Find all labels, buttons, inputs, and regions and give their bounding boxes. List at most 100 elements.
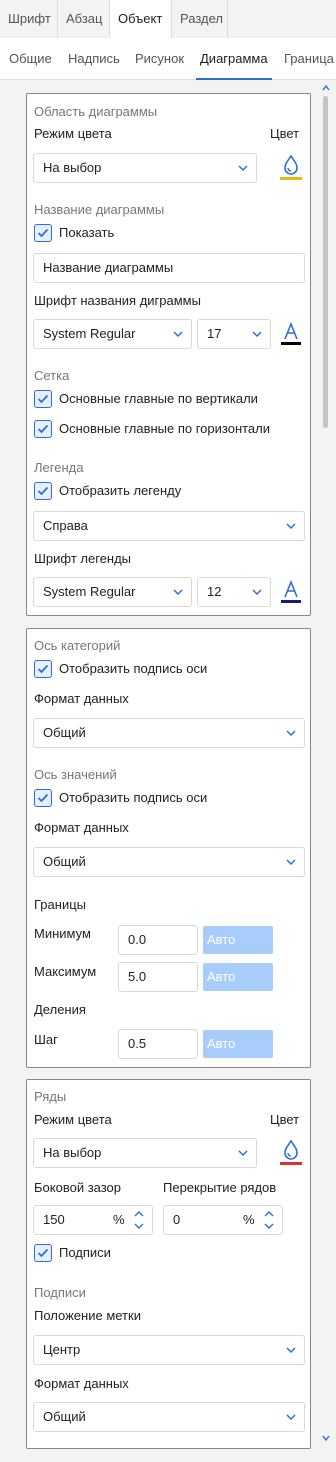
maximum-value: 5.0: [128, 969, 147, 984]
tab-picture[interactable]: Рисунок: [135, 38, 184, 80]
tab-general[interactable]: Общие: [9, 38, 52, 80]
scroll-up-icon[interactable]: [321, 84, 331, 92]
series-color-label: Цвет: [270, 1112, 300, 1127]
legend-font-size-value: 12: [207, 584, 222, 599]
value-axis-title-checkbox[interactable]: [34, 789, 52, 807]
minimum-value: 0.0: [128, 932, 147, 947]
chevron-down-icon: [238, 165, 248, 172]
legend-font-select[interactable]: System Regular: [33, 577, 192, 607]
stepper-arrows-icon[interactable]: [262, 1206, 276, 1234]
step-input[interactable]: 0.5: [118, 1029, 198, 1059]
legend-font-value: System Regular: [43, 584, 136, 599]
tab-font[interactable]: Шрифт: [0, 0, 58, 38]
label-position-label: Положение метки: [34, 1308, 141, 1323]
chevron-down-icon: [238, 1150, 248, 1157]
chart-title-value: Название диаграммы: [43, 260, 174, 275]
maximum-auto-label: Авто: [207, 969, 236, 984]
tab-picture-label: Рисунок: [135, 51, 185, 66]
tab-section[interactable]: Раздел: [172, 0, 228, 38]
tab-object-label: Объект: [118, 11, 163, 26]
checkmark-icon: [37, 793, 49, 803]
label-position-select[interactable]: Центр: [33, 1335, 305, 1365]
show-legend-label: Отобразить легенду: [59, 483, 182, 498]
grid-vertical-checkbox[interactable]: [34, 390, 52, 408]
fill-color-button[interactable]: [277, 153, 305, 183]
checkmark-icon: [37, 228, 49, 238]
checkmark-icon: [37, 486, 49, 496]
checkmark-icon: [37, 424, 49, 434]
minimum-auto-label: Авто: [207, 932, 236, 947]
stepper-arrows-icon[interactable]: [132, 1206, 146, 1234]
category-format-label: Формат данных: [34, 691, 129, 706]
show-title-checkbox[interactable]: [34, 224, 52, 242]
chevron-down-icon: [286, 1414, 296, 1421]
minimum-label: Минимум: [34, 926, 91, 941]
chart-area-panel: Область диаграммы Режим цвета Цвет На вы…: [26, 93, 311, 616]
tab-caption[interactable]: Надпись: [68, 38, 120, 80]
grid-vertical-label: Основные главные по вертикали: [59, 391, 258, 406]
gap-percent: %: [113, 1212, 125, 1227]
tab-border-label: Граница: [284, 51, 334, 66]
top-tab-bar: Шрифт Абзац Объект Раздел: [0, 0, 336, 38]
tab-object[interactable]: Объект: [110, 0, 172, 38]
category-axis-title-checkbox[interactable]: [34, 660, 52, 678]
category-axis-title-label: Отобразить подпись оси: [59, 661, 208, 676]
tab-paragraph[interactable]: Абзац: [58, 0, 110, 38]
series-format-select[interactable]: Общий: [33, 1402, 305, 1432]
value-axis-title-label: Отобразить подпись оси: [59, 790, 208, 805]
value-format-value: Общий: [43, 854, 86, 869]
value-axis-heading: Ось значений: [34, 767, 117, 782]
maximum-input[interactable]: 5.0: [118, 962, 198, 992]
color-mode-value: На выбор: [43, 160, 102, 175]
series-fill-color-button[interactable]: [277, 1138, 305, 1168]
legend-font-size-select[interactable]: 12: [197, 577, 271, 607]
title-font-size-select[interactable]: 17: [197, 319, 271, 349]
scrollbar-thumb[interactable]: [323, 96, 328, 428]
series-format-label: Формат данных: [34, 1376, 129, 1391]
series-labels-checkbox[interactable]: [34, 1244, 52, 1262]
tab-section-label: Раздел: [180, 11, 223, 26]
title-font-color-button[interactable]: [277, 319, 305, 349]
series-labels-label: Подписи: [59, 1245, 111, 1260]
category-format-select[interactable]: Общий: [33, 718, 305, 748]
series-panel: Ряды Режим цвета Цвет На выбор Боковой з…: [26, 1079, 311, 1449]
font-color-icon: [281, 579, 301, 603]
scroll-down-icon[interactable]: [321, 1434, 331, 1442]
color-mode-select[interactable]: На выбор: [33, 153, 257, 183]
chart-name-heading: Название диаграммы: [34, 202, 165, 217]
minimum-auto-button[interactable]: Авто: [203, 926, 273, 954]
chart-area-heading: Область диаграммы: [34, 104, 158, 119]
title-font-select[interactable]: System Regular: [33, 319, 192, 349]
droplet-icon: [280, 154, 302, 180]
tab-paragraph-label: Абзац: [66, 11, 103, 26]
chevron-down-icon: [252, 589, 262, 596]
grid-horizontal-checkbox[interactable]: [34, 420, 52, 438]
grid-heading: Сетка: [34, 368, 70, 383]
checkmark-icon: [37, 394, 49, 404]
step-value: 0.5: [128, 1036, 147, 1051]
maximum-label: Максимум: [34, 964, 97, 979]
show-legend-checkbox[interactable]: [34, 482, 52, 500]
tab-border[interactable]: Граница: [284, 38, 334, 80]
overlap-input[interactable]: 0 %: [163, 1205, 283, 1235]
font-color-icon: [281, 321, 301, 345]
chart-title-input[interactable]: Название диаграммы: [33, 253, 305, 283]
tab-chart[interactable]: Диаграмма: [196, 38, 272, 80]
color-underline: [280, 177, 302, 180]
tab-caption-label: Надпись: [68, 51, 120, 66]
chevron-down-icon: [286, 523, 296, 530]
legend-font-color-button[interactable]: [277, 577, 305, 607]
series-color-mode-value: На выбор: [43, 1145, 102, 1160]
grid-horizontal-label: Основные главные по горизонтали: [59, 421, 271, 436]
divisions-heading: Деления: [34, 1002, 86, 1017]
maximum-auto-button[interactable]: Авто: [203, 963, 273, 991]
title-font-size-value: 17: [207, 326, 222, 341]
gap-label: Боковой зазор: [34, 1180, 122, 1195]
minimum-input[interactable]: 0.0: [118, 925, 198, 955]
series-color-mode-select[interactable]: На выбор: [33, 1138, 257, 1168]
gap-input[interactable]: 150 %: [33, 1205, 153, 1235]
legend-position-select[interactable]: Справа: [33, 511, 305, 541]
color-mode-label: Режим цвета: [34, 126, 112, 141]
value-format-select[interactable]: Общий: [33, 847, 305, 877]
step-auto-button[interactable]: Авто: [203, 1030, 273, 1058]
